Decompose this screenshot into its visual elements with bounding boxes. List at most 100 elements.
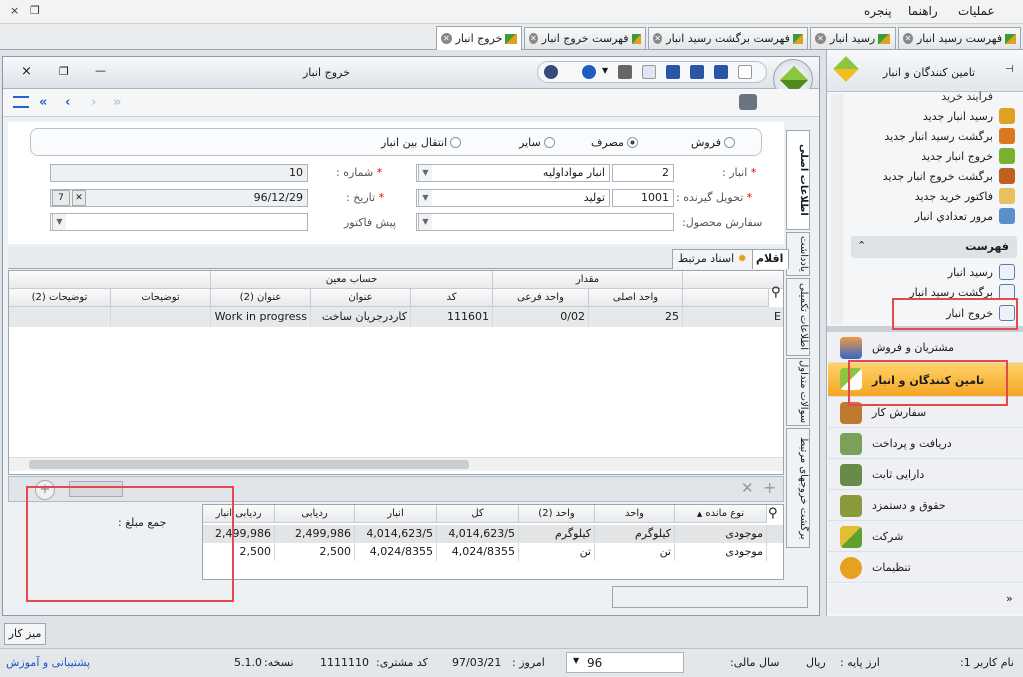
copy-icon[interactable] — [642, 65, 656, 79]
collapse-icon[interactable]: ⌃ — [857, 239, 866, 252]
col-balance-type[interactable]: ▲ نوع مانده — [675, 505, 767, 523]
close-tab-icon[interactable]: ✕ — [441, 33, 452, 44]
warehouse-code-field[interactable]: 2 — [612, 164, 674, 182]
col-title2[interactable]: عنوان (2) — [211, 289, 311, 307]
link-new-receipt[interactable]: رسید انبار جدید — [923, 110, 993, 123]
col-track[interactable]: ردیابی — [275, 505, 355, 523]
receiver-name-field[interactable]: تولید — [416, 189, 610, 207]
col-title[interactable]: عنوان — [311, 289, 411, 307]
help-icon[interactable] — [582, 65, 596, 79]
chevron-down-icon[interactable]: ▼ — [418, 165, 432, 181]
menu-operations[interactable]: عملیات — [958, 4, 995, 18]
sidetab-main-info[interactable]: اطلاعات اصلی — [786, 130, 810, 230]
link-purchase-process[interactable]: فرایند خرید — [941, 90, 993, 103]
col-unit[interactable]: واحد — [595, 505, 675, 523]
menu-help[interactable]: راهنما — [908, 4, 938, 18]
radio-consumption[interactable]: مصرف — [591, 136, 638, 149]
radio-sale[interactable]: فروش — [691, 136, 736, 149]
first-record-icon[interactable]: « — [39, 95, 47, 110]
product-order-field[interactable] — [416, 213, 674, 231]
number-field[interactable]: 10 — [50, 164, 308, 182]
close-tab-icon[interactable]: ✕ — [815, 33, 826, 44]
tab-items[interactable]: اقلام — [750, 249, 790, 269]
fiscal-year-select[interactable]: ▼ 96 — [566, 652, 684, 673]
module-customers-sales[interactable]: مشتریان و فروش — [828, 332, 1023, 363]
col-desc2[interactable]: توضیحات (2) — [9, 289, 111, 307]
search-icon[interactable]: ⚲ — [771, 285, 781, 300]
tools-icon[interactable] — [544, 65, 558, 79]
warehouse-name-field[interactable]: انبار مواداولیه — [416, 164, 610, 182]
menu-window[interactable]: پنجره — [864, 4, 892, 18]
clear-icon[interactable]: ✕ — [72, 190, 86, 206]
scanner-icon[interactable] — [739, 94, 757, 110]
col-sub-unit[interactable]: واحد فرعی — [493, 289, 589, 307]
sidetab-related-returns[interactable]: برگشت خروجهای مرتبط — [786, 428, 810, 548]
chevron-down-icon[interactable]: ▼ — [52, 214, 66, 230]
search-icon[interactable]: ⚲ — [768, 506, 778, 521]
table-row[interactable]: 2,499,986 2,499,986 4,014,623/5 4,014,62… — [203, 525, 783, 543]
radio-dot[interactable] — [724, 137, 736, 148]
link-new-issue[interactable]: خروج انبار جدید — [921, 150, 993, 163]
scroll-thumb[interactable] — [29, 460, 469, 469]
module-fixed-assets[interactable]: دارایی ثابت — [828, 459, 1023, 490]
date-field[interactable]: 96/12/29 — [50, 189, 308, 207]
desk-button[interactable]: میز کار — [4, 623, 46, 645]
close-tab-icon[interactable]: ✕ — [529, 33, 538, 44]
radio-other[interactable]: سایر — [519, 136, 555, 149]
col-warehouse[interactable]: انبار — [355, 505, 437, 523]
link-warehouse-count[interactable]: مرور تعدادي انبار — [915, 210, 993, 223]
tab-related-docs[interactable]: اسناد مرتبط ✹ — [672, 249, 753, 269]
last-record-icon[interactable]: » — [113, 95, 121, 110]
col-code[interactable]: کد — [411, 289, 493, 307]
link-receipt-list[interactable]: رسید انبار — [948, 266, 993, 279]
print-icon[interactable] — [618, 65, 632, 79]
vertical-scrollbar[interactable] — [831, 94, 843, 324]
save-new-icon[interactable] — [690, 65, 704, 79]
minimize-icon[interactable]: — — [95, 64, 106, 77]
chevron-down-icon[interactable]: ▼ — [573, 656, 579, 665]
tab-receipt-list[interactable]: ✕ فهرست رسید انبار — [898, 27, 1021, 49]
col-desc[interactable]: توضیحات — [111, 289, 211, 307]
restore-icon[interactable]: ❐ — [59, 65, 69, 78]
close-tab-icon[interactable]: ✕ — [903, 33, 913, 44]
preinvoice-field[interactable] — [50, 213, 308, 231]
restore-window-icon[interactable]: ❐ — [30, 4, 40, 17]
radio-transfer[interactable]: انتقال بین انبار — [381, 136, 462, 149]
table-row[interactable]: Work in progress کاردرجریان ساخت 111601 … — [9, 307, 783, 327]
chevron-down-icon[interactable]: ▼ — [418, 214, 432, 230]
radio-dot[interactable] — [450, 137, 462, 148]
radio-dot[interactable] — [543, 137, 555, 148]
tab-return-receipt-list[interactable]: ✕ فهرست برگشت رسید انبار — [648, 27, 808, 49]
support-link[interactable]: پشتیبانی و آموزش — [6, 656, 90, 669]
delete-row-icon[interactable]: ✕ — [741, 479, 754, 497]
link-new-purchase-invoice[interactable]: فاکتور خرید جدید — [915, 190, 993, 203]
table-row[interactable]: 2,500 2,500 4,024/8355 4,024/8355 تن تن … — [203, 543, 783, 561]
tab-warehouse-issue[interactable]: ✕ خروج انبار — [436, 26, 522, 50]
save-close-icon[interactable] — [666, 65, 680, 79]
chevron-down-icon[interactable]: ▼ — [418, 190, 432, 206]
radio-dot[interactable] — [626, 137, 638, 148]
sidetab-faq[interactable]: سوالات متداول — [786, 358, 810, 426]
link-new-return-issue[interactable]: برگشت خروج انبار جدید — [883, 170, 993, 183]
sidetab-notes[interactable]: یادداشت — [786, 232, 810, 276]
calendar-icon[interactable]: 7 — [52, 190, 70, 206]
new-document-icon[interactable] — [738, 65, 752, 79]
tab-issue-list[interactable]: ✕ فهرست خروج انبار — [524, 27, 646, 49]
chevron-down-icon[interactable]: ▼ — [602, 66, 608, 75]
col-total[interactable]: کل — [437, 505, 519, 523]
col-main-unit[interactable]: واحد اصلی — [589, 289, 683, 307]
next-record-icon[interactable]: › — [91, 95, 96, 110]
sidetab-extra-info[interactable]: اطلاعات تکمیلی — [786, 278, 810, 356]
add-row-icon[interactable]: + — [763, 478, 776, 497]
list-icon[interactable] — [13, 96, 29, 108]
receiver-code-field[interactable]: 1001 — [612, 189, 674, 207]
list-section-header[interactable]: ⌃ فهرست — [851, 236, 1017, 258]
module-payroll[interactable]: حقوق و دستمزد — [828, 490, 1023, 521]
close-icon[interactable]: × — [21, 64, 32, 79]
expand-icon[interactable]: » — [1006, 592, 1013, 605]
close-window-icon[interactable]: × — [10, 4, 19, 17]
col-unit2[interactable]: واحد (2) — [519, 505, 595, 523]
close-tab-icon[interactable]: ✕ — [653, 33, 663, 44]
link-new-return-receipt[interactable]: برگشت رسید انبار جدید — [884, 130, 993, 143]
save-icon[interactable] — [714, 65, 728, 79]
